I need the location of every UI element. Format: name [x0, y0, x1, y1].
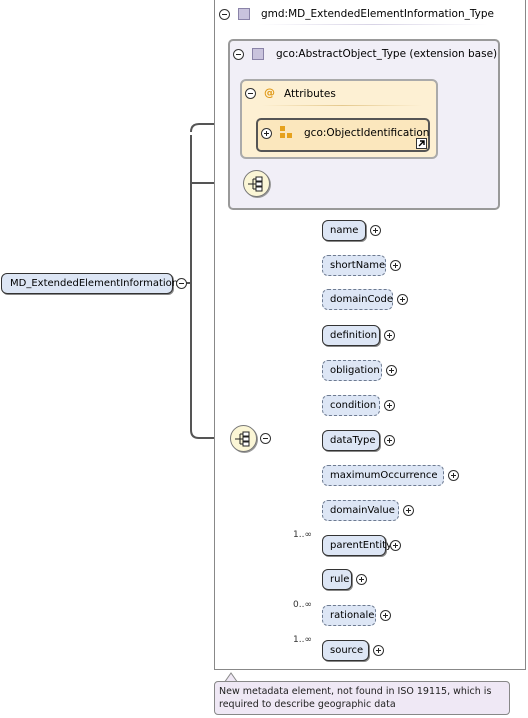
element-rationale[interactable]: rationale [322, 605, 376, 626]
sequence-compositor-icon [243, 170, 270, 197]
expand-element-icon[interactable] [390, 260, 401, 271]
cardinality-label: 1..∞ [293, 635, 312, 645]
collapse-attributes-icon[interactable] [245, 88, 256, 99]
expand-element-icon[interactable] [386, 365, 397, 376]
attributes-underline [262, 105, 422, 106]
expand-element-icon[interactable] [403, 505, 414, 516]
expand-attribute-group-icon[interactable] [261, 128, 272, 139]
element-parententity[interactable]: parentEntity [322, 535, 392, 556]
element-obligation[interactable]: obligation [322, 360, 382, 381]
sequence-compositor-icon [230, 425, 257, 452]
element-shortname[interactable]: shortName [322, 255, 386, 276]
expand-element-icon[interactable] [384, 400, 395, 411]
annotation-box: New metadata element, not found in ISO 1… [214, 681, 510, 715]
element-source[interactable]: source [322, 640, 369, 661]
expand-element-icon[interactable] [390, 540, 401, 551]
expand-element-icon[interactable] [356, 574, 367, 585]
element-maximumoccurrence[interactable]: maximumOccurrence [322, 465, 444, 486]
cardinality-label: 1..∞ [293, 530, 312, 540]
element-rule[interactable]: rule [322, 569, 352, 590]
attribute-group-label: gco:ObjectIdentification [304, 127, 430, 139]
cardinality-label: 0..∞ [293, 600, 312, 610]
expand-element-icon[interactable] [384, 435, 395, 446]
abstract-type-icon [252, 48, 264, 60]
collapse-type-icon[interactable] [219, 9, 230, 20]
attribute-group-icon [280, 126, 294, 140]
collapse-base-icon[interactable] [233, 49, 244, 60]
element-domaincode[interactable]: domainCode [322, 289, 393, 310]
element-definition[interactable]: definition [322, 325, 380, 346]
expand-element-icon[interactable] [370, 225, 381, 236]
expand-element-icon[interactable] [448, 470, 459, 481]
root-element[interactable]: MD_ExtendedElementInformation [1, 273, 178, 294]
collapse-root-icon[interactable] [176, 278, 187, 289]
element-datatype[interactable]: dataType [322, 430, 380, 451]
type-label: gmd:MD_ExtendedElementInformation_Type [261, 8, 494, 20]
attributes-label: Attributes [284, 88, 336, 100]
complex-type-icon [238, 8, 250, 20]
element-name[interactable]: name [322, 220, 366, 241]
at-sign-icon: @ [264, 86, 275, 99]
collapse-sequence-icon[interactable] [260, 433, 271, 444]
shortcut-arrow-icon [416, 138, 427, 149]
element-domainvalue[interactable]: domainValue [322, 500, 399, 521]
element-condition[interactable]: condition [322, 395, 380, 416]
base-label: gco:AbstractObject_Type (extension base) [276, 48, 498, 60]
annotation-text: New metadata element, not found in ISO 1… [219, 686, 492, 710]
expand-element-icon[interactable] [384, 330, 395, 341]
expand-element-icon[interactable] [373, 645, 384, 656]
expand-element-icon[interactable] [380, 610, 391, 621]
type-header-underline [258, 24, 488, 25]
expand-element-icon[interactable] [397, 294, 408, 305]
